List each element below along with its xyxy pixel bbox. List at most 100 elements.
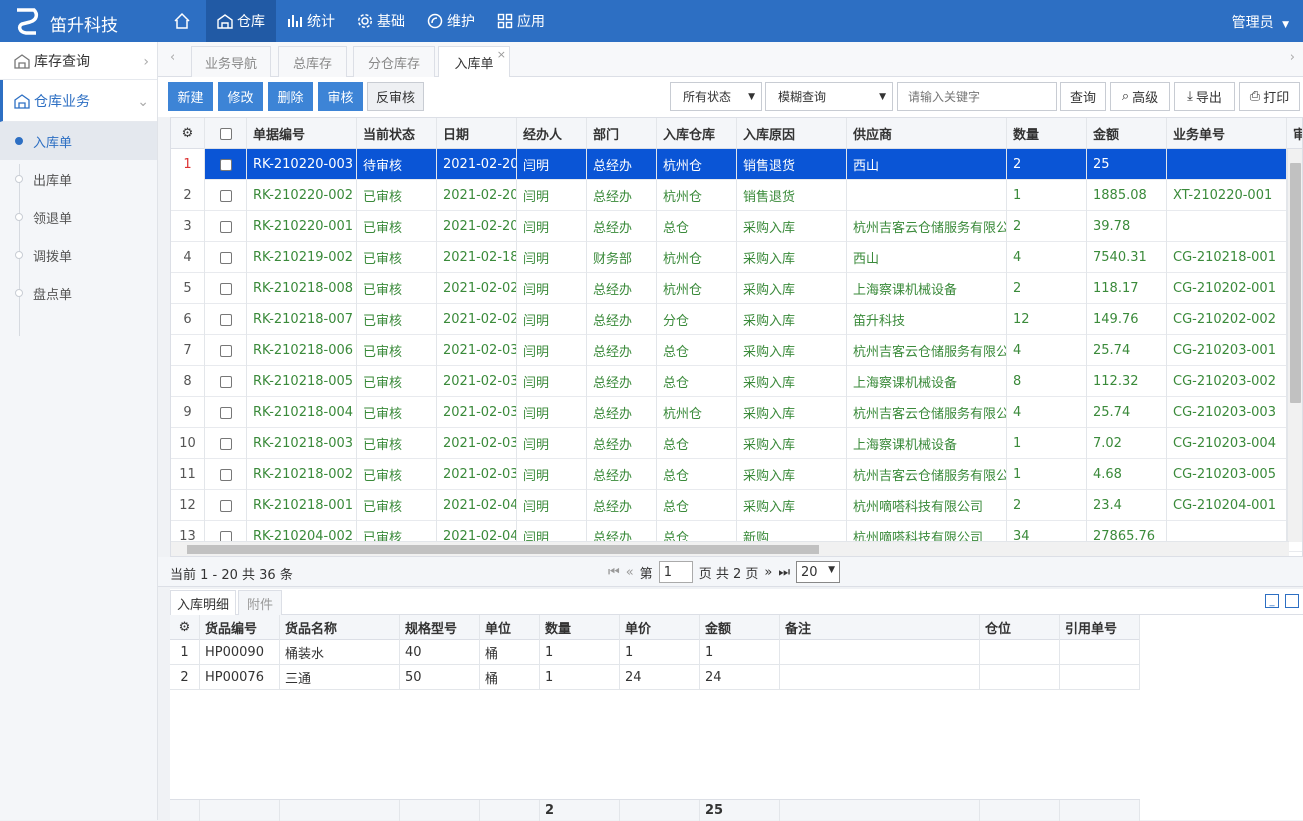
table-row[interactable]: 3 RK-210220-001 已审核 2021-02-20 闫明 总经办 总仓 采购入库 杭州… — [171, 211, 1302, 242]
edit-button[interactable]: 修改 — [218, 82, 263, 111]
col-header[interactable]: 供应商 — [847, 118, 1007, 149]
sidebar-item-requisition[interactable]: 领退单 — [0, 198, 157, 236]
horizontal-scrollbar[interactable] — [171, 541, 1289, 556]
col-header[interactable]: 经办人 — [517, 118, 587, 149]
col-header[interactable]: 当前状态 — [357, 118, 437, 149]
col-header[interactable]: 单价 — [620, 615, 700, 640]
unaudit-button[interactable]: 反审核 — [367, 82, 424, 111]
table-row[interactable]: 10 RK-210218-003 已审核 2021-02-03 闫明 总经办 总仓 采购入库上… — [171, 428, 1302, 459]
query-button[interactable]: 查询 — [1060, 82, 1106, 111]
sidebar-item-stocktake[interactable]: 盘点单 — [0, 274, 157, 312]
nav-statistics[interactable]: 统计 — [276, 0, 346, 42]
tab-branch-stock[interactable]: 分仓库存 — [353, 46, 435, 77]
col-header[interactable]: 货品名称 — [280, 615, 400, 640]
maximize-icon[interactable] — [1285, 594, 1299, 608]
first-page-icon[interactable]: ⏮ — [608, 565, 620, 580]
table-row[interactable]: 1 RK-210220-003 待审核 2021-02-20 闫明 总经办 杭州仓 销售退货西… — [171, 149, 1302, 180]
row-checkbox[interactable] — [205, 273, 247, 304]
audit-button[interactable]: 审核 — [318, 82, 363, 111]
col-header[interactable]: 部门 — [587, 118, 657, 149]
col-header[interactable]: 金额 — [700, 615, 780, 640]
col-header[interactable]: 金额 — [1087, 118, 1167, 149]
column-settings-gear-icon[interactable]: ⚙ — [171, 118, 205, 149]
col-header[interactable]: 单位 — [480, 615, 540, 640]
chevron-left-icon[interactable]: ‹ — [170, 50, 175, 65]
sidebar-group-warehouse-business[interactable]: 仓库业务 ⌄ — [0, 80, 157, 122]
row-checkbox[interactable] — [205, 397, 247, 428]
status-select[interactable]: 所有状态 ▼ — [670, 82, 762, 111]
table-cell — [780, 640, 980, 665]
row-checkbox[interactable] — [205, 211, 247, 242]
sidebar-group-inventory-query[interactable]: 库存查询 › — [0, 42, 157, 80]
row-checkbox[interactable] — [205, 428, 247, 459]
advanced-search-button[interactable]: ⌕ 高级 — [1110, 82, 1170, 111]
col-header[interactable]: 数量 — [1007, 118, 1087, 149]
row-checkbox[interactable] — [205, 490, 247, 521]
sidebar-item-transfer[interactable]: 调拨单 — [0, 236, 157, 274]
sidebar-item-inbound[interactable]: 入库单 — [0, 122, 157, 160]
row-checkbox[interactable] — [205, 459, 247, 490]
new-button[interactable]: 新建 — [168, 82, 213, 111]
next-page-icon[interactable]: » — [764, 565, 772, 580]
vertical-scrollbar[interactable] — [1287, 149, 1302, 542]
table-row[interactable]: 9 RK-210218-004 已审核 2021-02-03 闫明 总经办 杭州仓 采购入库杭… — [171, 397, 1302, 428]
table-row[interactable]: 5 RK-210218-008 已审核 2021-02-02 闫明 总经办 杭州仓 采购入库上… — [171, 273, 1302, 304]
col-header[interactable]: 仓位 — [980, 615, 1060, 640]
row-checkbox[interactable] — [205, 366, 247, 397]
detail-row[interactable]: 1 HP00090 桶装水 40 桶 1 1 1 — [170, 640, 1140, 665]
nav-basic[interactable]: 基础 — [346, 0, 416, 42]
keyword-input[interactable] — [897, 82, 1057, 111]
table-row[interactable]: 2 RK-210220-002 已审核 2021-02-20 闫明 总经办 杭州仓 销售退货 1… — [171, 180, 1302, 211]
table-row[interactable]: 11 RK-210218-002 已审核 2021-02-03 闫明 总经办 总仓 采购入库杭… — [171, 459, 1302, 490]
nav-apps[interactable]: 应用 — [486, 0, 556, 42]
row-checkbox[interactable] — [205, 180, 247, 211]
detail-row[interactable]: 2 HP00076 三通 50 桶 1 24 24 — [170, 665, 1140, 690]
col-header[interactable]: 入库仓库 — [657, 118, 737, 149]
tab-total-stock[interactable]: 总库存 — [278, 46, 347, 77]
table-row[interactable]: 4 RK-210219-002 已审核 2021-02-18 闫明 财务部 杭州仓 采购入库西… — [171, 242, 1302, 273]
table-row[interactable]: 7 RK-210218-006 已审核 2021-02-03 闫明 总经办 总仓 采购入库 杭州… — [171, 335, 1302, 366]
col-header[interactable]: 备注 — [780, 615, 980, 640]
col-header[interactable]: 业务单号 — [1167, 118, 1287, 149]
nav-warehouse[interactable]: 仓库 — [206, 0, 276, 42]
col-header[interactable]: 引用单号 — [1060, 615, 1140, 640]
col-header[interactable]: 日期 — [437, 118, 517, 149]
tab-inbound[interactable]: 入库单 × — [438, 46, 510, 78]
dot-icon — [15, 289, 23, 297]
scroll-thumb[interactable] — [187, 545, 819, 554]
col-header[interactable]: 数量 — [540, 615, 620, 640]
minimize-icon[interactable]: _ — [1265, 594, 1279, 608]
tab-attachments[interactable]: 附件 — [238, 590, 282, 615]
print-button[interactable]: ⎙ 打印 — [1239, 82, 1300, 111]
col-header[interactable]: 规格型号 — [400, 615, 480, 640]
nav-home[interactable] — [162, 0, 206, 42]
col-header[interactable]: 审 — [1287, 118, 1302, 149]
row-checkbox[interactable] — [205, 242, 247, 273]
user-menu[interactable]: 管理员 ▼ — [1232, 12, 1289, 32]
scroll-thumb[interactable] — [1290, 163, 1301, 403]
table-row[interactable]: 12 RK-210218-001 已审核 2021-02-04 闫明 总经办 总仓 采购入库杭… — [171, 490, 1302, 521]
col-header[interactable]: 入库原因 — [737, 118, 847, 149]
select-all-checkbox[interactable] — [205, 118, 247, 149]
last-page-icon[interactable]: ⏭ — [778, 565, 790, 580]
page-number-input[interactable]: 1 — [658, 561, 693, 583]
delete-button[interactable]: 删除 — [268, 82, 313, 111]
tab-business-nav[interactable]: 业务导航 — [191, 46, 271, 77]
row-checkbox[interactable] — [205, 304, 247, 335]
col-header[interactable]: 货品编号 — [200, 615, 280, 640]
row-checkbox[interactable] — [205, 149, 247, 180]
col-header[interactable]: 单据编号 — [247, 118, 357, 149]
table-row[interactable]: 8 RK-210218-005 已审核 2021-02-03 闫明 总经办 总仓 采购入库 上海… — [171, 366, 1302, 397]
nav-maintain[interactable]: 维护 — [416, 0, 486, 42]
query-mode-select[interactable]: 模糊查询 ▼ — [765, 82, 893, 111]
column-settings-gear-icon[interactable]: ⚙ — [170, 615, 200, 640]
sidebar-item-outbound[interactable]: 出库单 — [0, 160, 157, 198]
row-checkbox[interactable] — [205, 335, 247, 366]
prev-page-icon[interactable]: « — [626, 565, 634, 580]
chevron-right-icon[interactable]: › — [1290, 50, 1295, 65]
export-button[interactable]: ⤓ 导出 — [1174, 82, 1235, 111]
close-icon[interactable]: × — [497, 48, 506, 61]
table-row[interactable]: 6 RK-210218-007 已审核 2021-02-02 闫明 总经办 分仓 采购入库 笛升… — [171, 304, 1302, 335]
tab-inbound-detail[interactable]: 入库明细 — [170, 590, 236, 615]
page-size-select[interactable]: 20 ▼ — [796, 561, 841, 583]
